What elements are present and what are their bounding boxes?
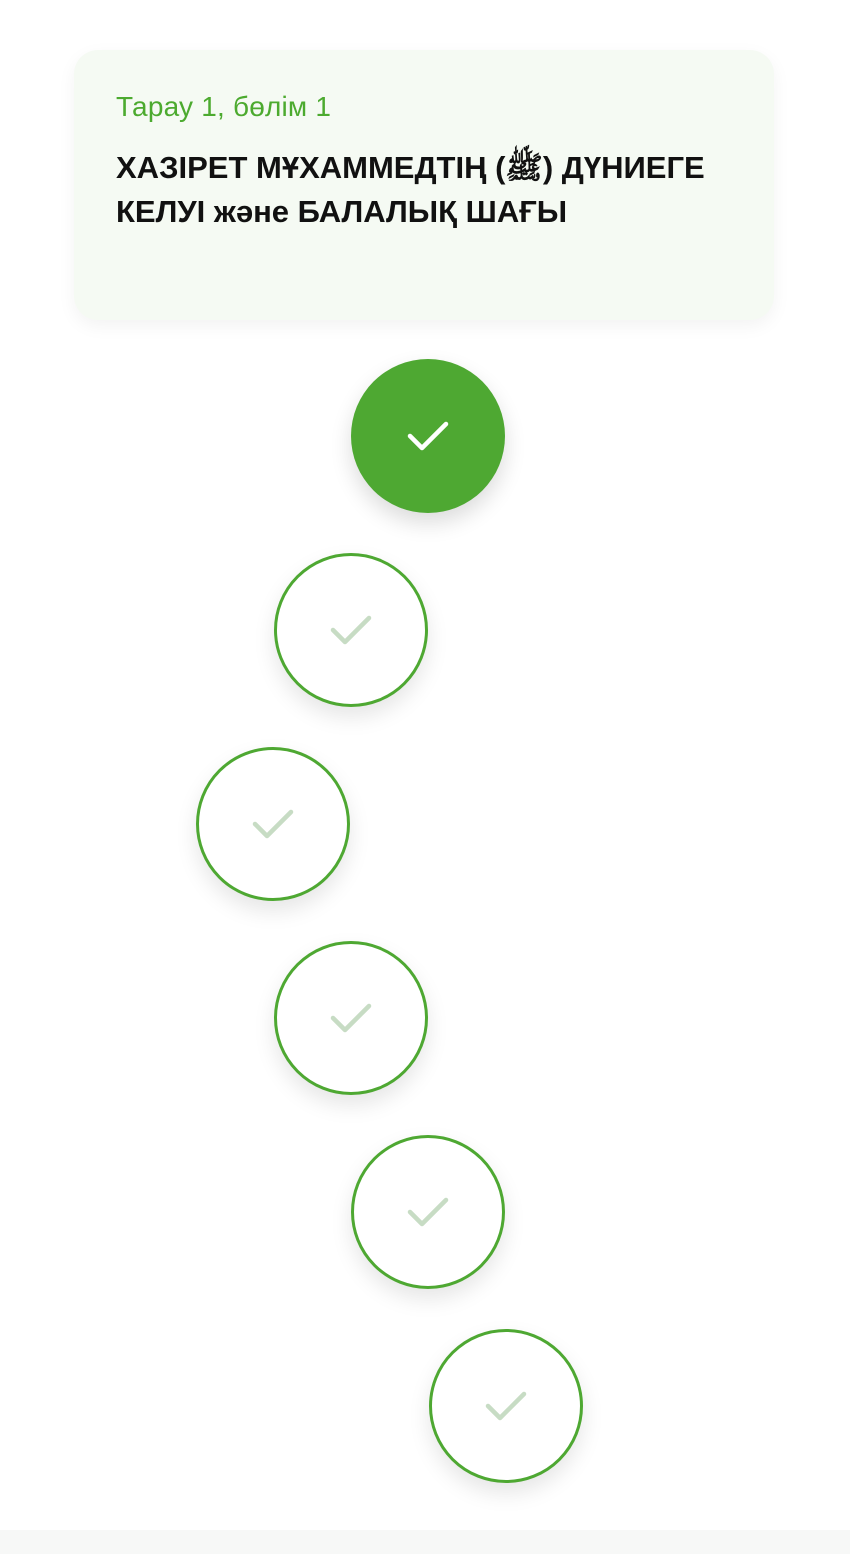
chapter-label: Тарау 1, бөлім 1 [116,91,332,122]
lesson-node-2[interactable] [274,553,428,707]
bottom-bar-edge [0,1530,850,1554]
check-icon [407,1197,449,1227]
check-icon [330,615,372,645]
check-icon [407,421,449,451]
lesson-title: ХАЗІРЕТ МҰХАММЕДТІҢ (ﷺ) ДҮНИЕГЕ КЕЛУІ жә… [116,150,705,229]
lesson-node-4[interactable] [274,941,428,1095]
lesson-node-3[interactable] [196,747,350,901]
check-icon [330,1003,372,1033]
check-icon [485,1391,527,1421]
lesson-node-1[interactable] [351,359,505,513]
check-icon [252,809,294,839]
lesson-node-6[interactable] [429,1329,583,1483]
lesson-header-card: Тарау 1, бөлім 1 ХАЗІРЕТ МҰХАММЕДТІҢ (ﷺ)… [74,50,774,320]
lesson-node-5[interactable] [351,1135,505,1289]
